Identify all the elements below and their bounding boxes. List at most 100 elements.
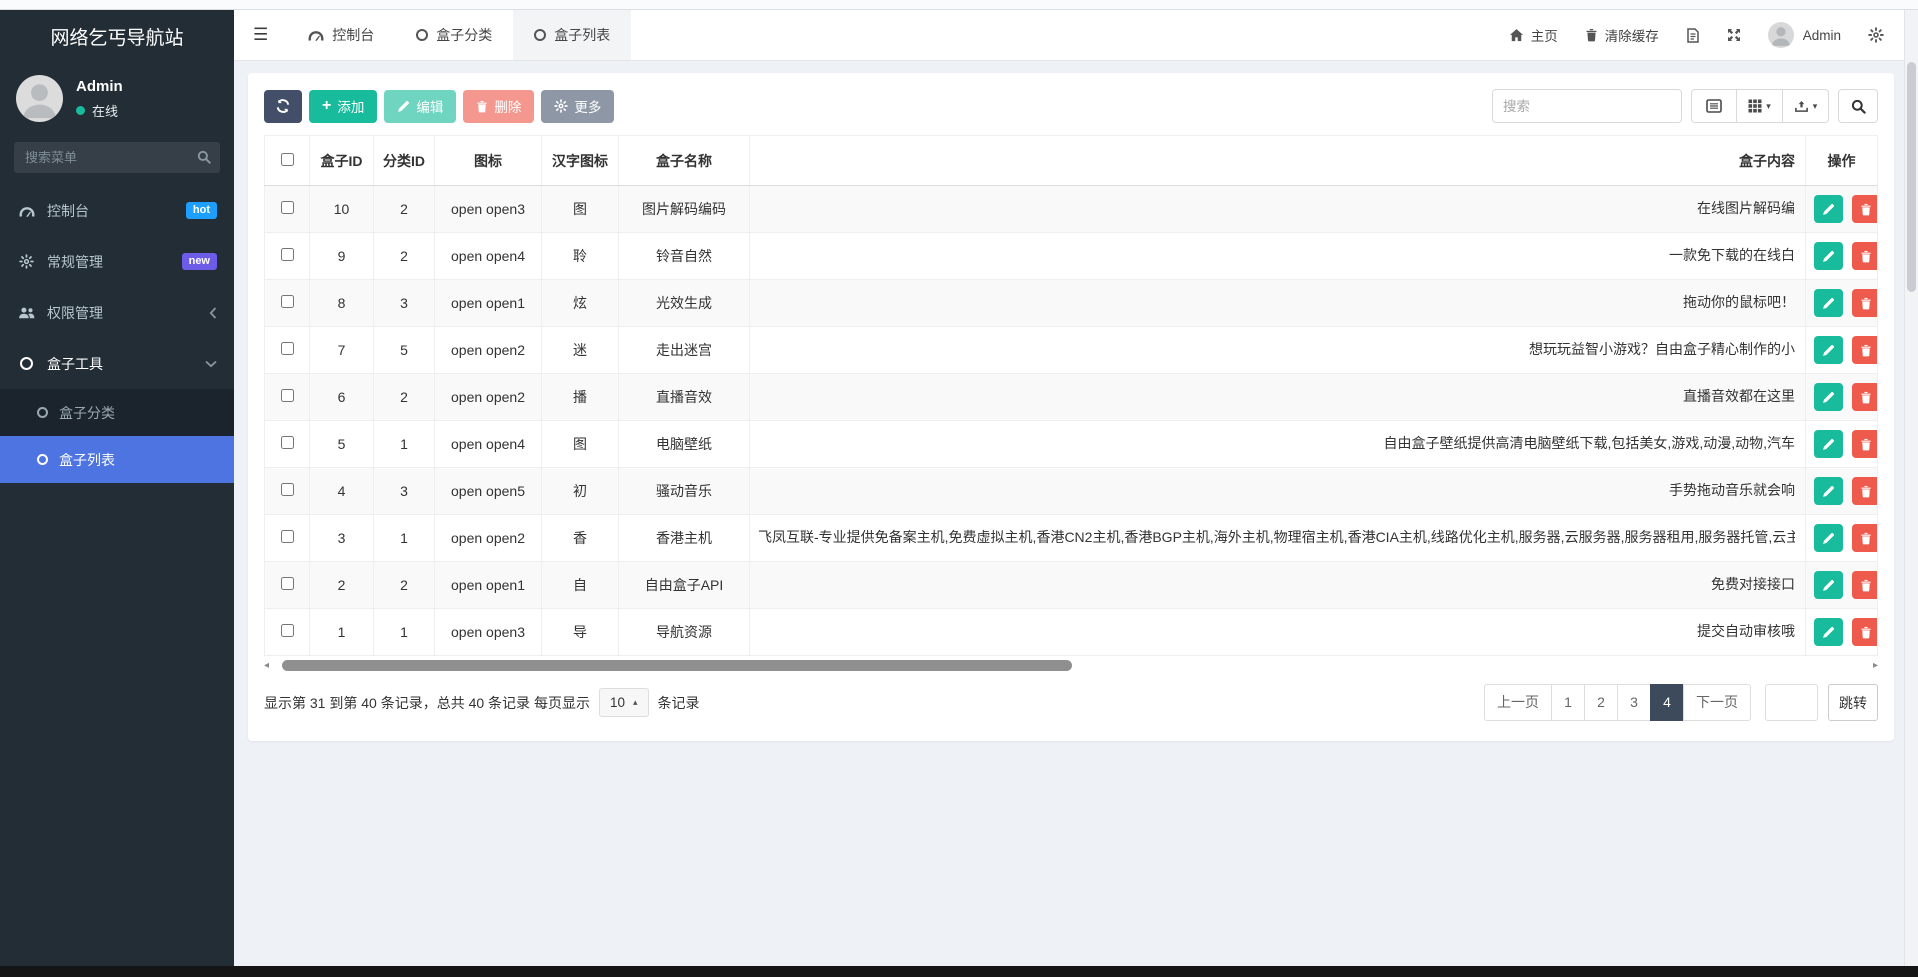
refresh-button[interactable]: [264, 90, 302, 123]
circle-icon: [17, 357, 36, 370]
browser-scrollbar[interactable]: [1904, 10, 1918, 966]
row-edit-button[interactable]: [1814, 336, 1843, 364]
tab-box-list[interactable]: 盒子列表: [513, 10, 631, 60]
clear-cache-link[interactable]: 清除缓存: [1585, 25, 1659, 45]
row-edit-button[interactable]: [1814, 242, 1843, 270]
scroll-left-icon[interactable]: ◂: [264, 659, 269, 672]
next-page-button[interactable]: 下一页: [1683, 684, 1751, 721]
sidebar-item-general[interactable]: 常规管理 new: [0, 236, 234, 287]
navbar-user[interactable]: Admin: [1768, 22, 1841, 48]
clear-cache-label: 清除缓存: [1605, 25, 1659, 45]
sidebar-item-box-list[interactable]: 盒子列表: [0, 436, 234, 483]
row-delete-button[interactable]: [1852, 336, 1878, 364]
cell-checkbox: [265, 468, 310, 515]
row-edit-button[interactable]: [1814, 618, 1843, 646]
jump-page-input[interactable]: [1765, 684, 1818, 721]
export-button[interactable]: ▾: [1783, 89, 1829, 123]
select-all-checkbox[interactable]: [281, 153, 294, 166]
row-checkbox[interactable]: [281, 295, 294, 308]
pencil-icon: [1822, 626, 1835, 639]
toolbar-right: ▾ ▾: [1492, 89, 1878, 123]
sidebar-item-label: 控制台: [47, 201, 89, 221]
row-edit-button[interactable]: [1814, 289, 1843, 317]
row-edit-button[interactable]: [1814, 571, 1843, 599]
page-number-button[interactable]: 3: [1617, 684, 1651, 721]
delete-button[interactable]: 删除: [463, 90, 534, 123]
chevron-left-icon: [209, 307, 217, 319]
cell-hanzi: 自: [542, 562, 619, 609]
page-size-select[interactable]: 10 ▴: [599, 688, 649, 717]
columns-button[interactable]: ▾: [1737, 89, 1783, 123]
row-checkbox[interactable]: [281, 342, 294, 355]
more-button[interactable]: 更多: [541, 90, 614, 123]
cell-name: 光效生成: [619, 280, 750, 327]
row-delete-button[interactable]: [1852, 242, 1878, 270]
avatar: [16, 75, 63, 122]
fullscreen-icon[interactable]: [1727, 28, 1741, 42]
row-delete-button[interactable]: [1852, 524, 1878, 552]
row-delete-button[interactable]: [1852, 289, 1878, 317]
sidebar-item-dashboard[interactable]: 控制台 hot: [0, 185, 234, 236]
row-checkbox[interactable]: [281, 201, 294, 214]
toggle-view-button[interactable]: [1691, 89, 1737, 123]
row-delete-button[interactable]: [1852, 195, 1878, 223]
tab-label: 盒子分类: [436, 25, 492, 45]
online-dot-icon: [76, 106, 85, 115]
sidebar-item-boxtools[interactable]: 盒子工具: [0, 338, 234, 389]
cell-content: 一款免下载的在线白: [750, 233, 1806, 280]
search-button[interactable]: [1838, 89, 1878, 123]
table-row: 10 2 open open3 图 图片解码编码 在线图片解码编: [265, 186, 1878, 233]
cell-name: 图片解码编码: [619, 186, 750, 233]
row-edit-button[interactable]: [1814, 524, 1843, 552]
row-edit-button[interactable]: [1814, 195, 1843, 223]
row-delete-button[interactable]: [1852, 430, 1878, 458]
language-icon[interactable]: [1686, 28, 1700, 43]
cell-content: 拖动你的鼠标吧！: [750, 280, 1806, 327]
table-toolbar: + 添加 编辑 删除 更多: [264, 89, 1878, 123]
cell-box-id: 8: [310, 280, 374, 327]
cell-box-id: 10: [310, 186, 374, 233]
row-checkbox[interactable]: [281, 624, 294, 637]
browser-scrollbar-thumb[interactable]: [1907, 62, 1916, 292]
scrollbar-thumb[interactable]: [282, 660, 1072, 671]
sidebar-menu: 控制台 hot 常规管理 new 权限管理: [0, 185, 234, 483]
settings-gears-icon[interactable]: [1868, 27, 1884, 43]
cell-name: 电脑壁纸: [619, 421, 750, 468]
row-edit-button[interactable]: [1814, 477, 1843, 505]
row-delete-button[interactable]: [1852, 571, 1878, 599]
row-edit-button[interactable]: [1814, 430, 1843, 458]
row-delete-button[interactable]: [1852, 477, 1878, 505]
pencil-icon: [1822, 438, 1835, 451]
add-button[interactable]: + 添加: [309, 90, 377, 123]
row-checkbox[interactable]: [281, 483, 294, 496]
jump-button[interactable]: 跳转: [1828, 684, 1878, 721]
row-checkbox[interactable]: [281, 436, 294, 449]
page-number-button[interactable]: 1: [1551, 684, 1585, 721]
prev-page-button[interactable]: 上一页: [1484, 684, 1552, 721]
table-search-input[interactable]: [1492, 89, 1682, 123]
user-panel: Admin 在线: [0, 62, 234, 130]
tab-box-category[interactable]: 盒子分类: [395, 10, 513, 60]
row-checkbox[interactable]: [281, 248, 294, 261]
page-number-button[interactable]: 4: [1650, 684, 1684, 721]
page-number-button[interactable]: 2: [1584, 684, 1618, 721]
cell-cat-id: 2: [374, 186, 435, 233]
row-checkbox[interactable]: [281, 577, 294, 590]
edit-button[interactable]: 编辑: [384, 90, 456, 123]
sidebar-item-box-category[interactable]: 盒子分类: [0, 389, 234, 436]
user-status-label: 在线: [92, 101, 118, 120]
cell-name: 自由盒子API: [619, 562, 750, 609]
tab-dashboard[interactable]: 控制台: [287, 10, 395, 60]
sidebar-item-auth[interactable]: 权限管理: [0, 287, 234, 338]
row-delete-button[interactable]: [1852, 383, 1878, 411]
row-checkbox[interactable]: [281, 389, 294, 402]
sidebar-search-input[interactable]: [14, 142, 220, 173]
scroll-right-icon[interactable]: ▸: [1873, 659, 1878, 672]
menu-toggle-icon[interactable]: ☰: [234, 25, 287, 45]
row-delete-button[interactable]: [1852, 618, 1878, 646]
row-checkbox[interactable]: [281, 530, 294, 543]
home-link[interactable]: 主页: [1509, 25, 1558, 45]
cell-name: 骚动音乐: [619, 468, 750, 515]
row-edit-button[interactable]: [1814, 383, 1843, 411]
sidebar-search: [14, 142, 220, 173]
